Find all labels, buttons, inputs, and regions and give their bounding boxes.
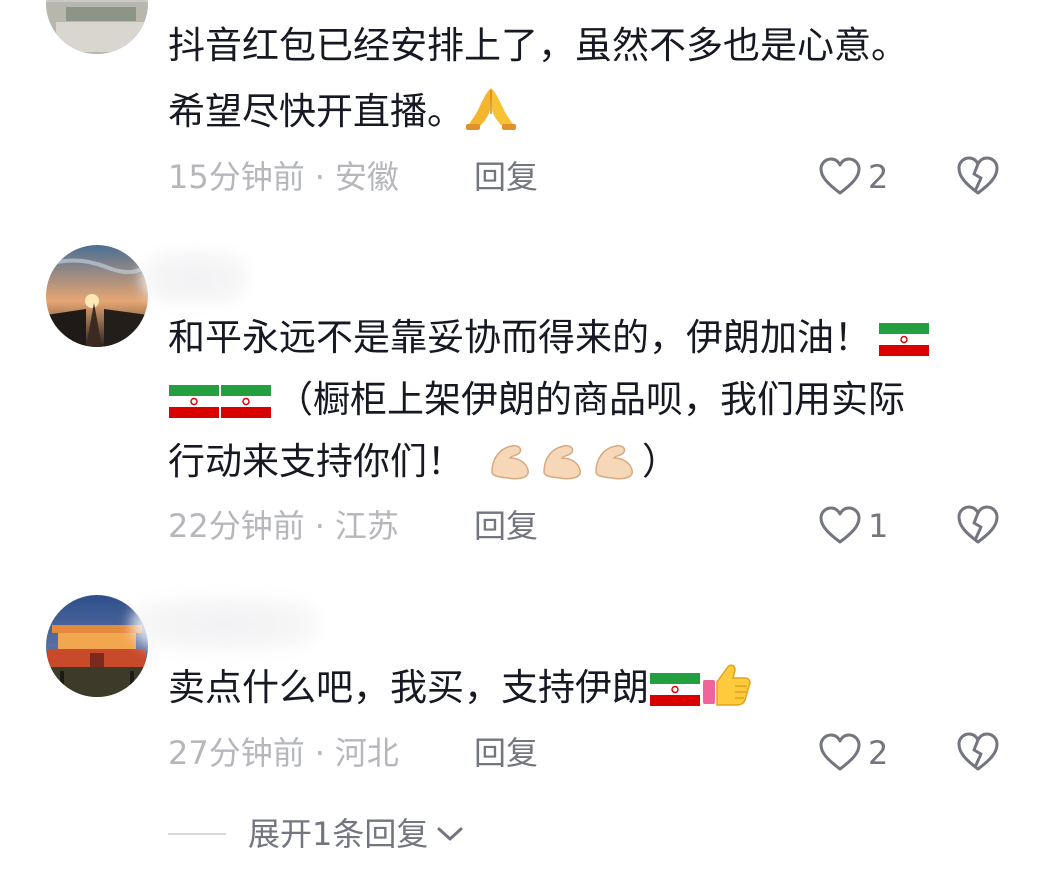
comment-time: 22分钟前 [168, 507, 305, 545]
broken-heart-icon [957, 732, 999, 771]
meta-separator: · [314, 507, 325, 545]
meta-separator: · [314, 158, 325, 196]
like-count: 1 [868, 507, 889, 545]
comment-meta: 22分钟前 · 江苏 [168, 504, 399, 548]
like-button[interactable]: 1 [818, 504, 888, 548]
folded-hands-emoji-icon [466, 88, 516, 130]
dislike-button[interactable] [955, 155, 1001, 199]
comment-time: 15分钟前 [168, 158, 305, 196]
reply-button[interactable]: 回复 [474, 731, 538, 775]
comment-location: 河北 [334, 734, 399, 772]
comment-text-line-1: 和平永远不是靠妥协而得来的，伊朗加油！ [168, 312, 930, 364]
comment-meta: 27分钟前 · 河北 [168, 731, 399, 775]
expand-replies-button[interactable]: 展开1条回复 [168, 812, 464, 856]
iran-flag-icon [221, 385, 271, 418]
flexed-biceps-emoji-icon [491, 445, 633, 480]
comment-text-line-2: 希望尽快开直播。 [168, 84, 518, 138]
iran-flag-icon [879, 323, 929, 356]
expand-replies-label: 展开1条回复 [248, 815, 429, 853]
comment-text-line-3: 行动来支持你们！ ） [168, 440, 679, 483]
iran-flag-icon [650, 673, 700, 706]
like-count: 2 [868, 734, 889, 772]
comment-text-line-1: 抖音红包已经安排上了，虽然不多也是心意。 [168, 24, 908, 67]
dislike-button[interactable] [955, 731, 1001, 775]
comment-meta: 15分钟前 · 安徽 [168, 155, 399, 199]
like-button[interactable]: 2 [818, 731, 888, 775]
comment-location: 安徽 [334, 158, 399, 196]
heart-outline-icon [819, 733, 861, 771]
heart-outline-icon [819, 506, 861, 544]
comment-time: 27分钟前 [168, 734, 305, 772]
dislike-button[interactable] [955, 504, 1001, 548]
reply-button[interactable]: 回复 [474, 504, 538, 548]
like-count: 2 [868, 158, 889, 196]
blurred-username [140, 250, 250, 306]
reply-button[interactable]: 回复 [474, 155, 538, 199]
chevron-down-icon [437, 827, 463, 841]
heart-outline-icon [819, 157, 861, 195]
avatar[interactable] [46, 0, 148, 54]
broken-heart-icon [957, 505, 999, 544]
comment-location: 江苏 [334, 507, 399, 545]
comment-text-line-2: （橱柜上架伊朗的商品呗，我们用实际 [168, 374, 905, 426]
thumbs-up-emoji-icon [703, 664, 751, 706]
avatar[interactable] [46, 245, 148, 347]
meta-separator: · [314, 734, 325, 772]
blurred-username [130, 596, 320, 652]
comment-text-line-1: 卖点什么吧，我买，支持伊朗 [168, 660, 753, 714]
expand-divider-line [168, 833, 226, 835]
broken-heart-icon [957, 156, 999, 195]
like-button[interactable]: 2 [818, 155, 888, 199]
iran-flag-icon [169, 385, 219, 418]
